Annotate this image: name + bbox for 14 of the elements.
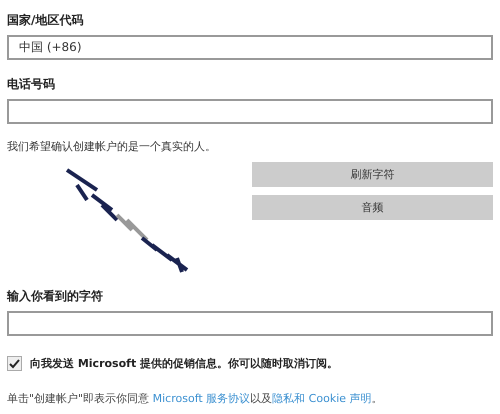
checkbox[interactable] — [7, 356, 22, 371]
captcha-field[interactable] — [7, 311, 493, 336]
field-label: 电话号码 — [7, 76, 56, 93]
terms-text: 单击"创建帐户"即表示你同意 Microsoft 服务协议以及隐私和 Cookie 声明。 — [7, 391, 384, 406]
captcha-intro: 我们希望确认创建帐户的是一个真实的人。 — [7, 139, 217, 154]
check-icon — [9, 358, 20, 368]
terms-link[interactable]: 隐私和 Cookie 声明 — [272, 392, 372, 405]
refresh-button[interactable]: 刷新字符 — [252, 162, 493, 187]
checkbox-label: 向我发送 Microsoft 提供的促销信息。你可以随时取消订阅。 — [30, 356, 338, 371]
country-dropdown[interactable]: 中国 (+86) — [7, 35, 493, 60]
audio-button[interactable]: 音频 — [252, 195, 493, 220]
phone-field[interactable] — [7, 99, 493, 124]
field-label: 输入你看到的字符 — [7, 288, 104, 305]
field-label: 国家/地区代码 — [7, 12, 84, 29]
